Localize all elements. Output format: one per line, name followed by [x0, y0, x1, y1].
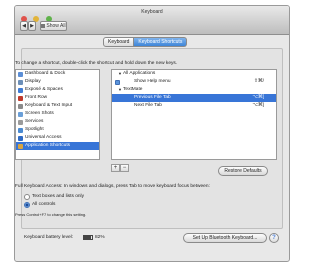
disclosure-triangle-icon[interactable]: ▼ [118, 70, 122, 78]
category-label: Front Row [25, 95, 48, 100]
add-shortcut-button[interactable]: + [111, 164, 120, 172]
radio-text-boxes[interactable] [24, 194, 30, 200]
shortcut-name: Previous File Tab [134, 95, 171, 100]
restore-defaults-button[interactable]: Restore Defaults [218, 166, 268, 176]
shortcut-name: All Applications [123, 71, 156, 76]
spotlight-icon [18, 127, 23, 133]
forward-button[interactable]: ▶ [28, 21, 36, 31]
shortcut-key[interactable]: ⇧⌘/ [254, 78, 264, 86]
shortcut-name: TextMate [123, 87, 143, 92]
radio-text-boxes-label: Text boxes and lists only [32, 194, 84, 199]
category-item[interactable]: Front Row [16, 94, 99, 102]
battery-level-fill [84, 236, 91, 239]
setup-bluetooth-keyboard-button[interactable]: Set Up Bluetooth Keyboard... [183, 233, 267, 243]
battery-icon [83, 235, 93, 240]
grid-icon [41, 23, 46, 28]
disclosure-triangle-icon[interactable]: ▼ [118, 86, 122, 94]
category-label: Universal Access [25, 135, 62, 140]
shortcut-name: Next File Tab [134, 103, 162, 108]
category-label: Services [25, 119, 44, 124]
category-item[interactable]: Screen Shots [16, 110, 99, 118]
keyboard-icon [18, 103, 23, 109]
category-item[interactable]: Spotlight [16, 126, 99, 134]
universal-access-icon [18, 135, 23, 141]
category-item[interactable]: Universal Access [16, 134, 99, 142]
services-icon [18, 119, 23, 125]
shortcut-row[interactable]: ▼ TextMate [112, 86, 276, 94]
shortcut-key[interactable]: ⌥⌘] [252, 102, 264, 110]
dock-icon [18, 71, 23, 77]
app-shortcuts-icon [18, 143, 23, 149]
screenshot-icon [18, 111, 23, 117]
shortcut-enabled-checkbox[interactable] [115, 79, 120, 85]
tab-keyboard[interactable]: Keyboard [103, 37, 135, 47]
category-label: Application Shortcuts [25, 143, 71, 148]
title-bar: Keyboard ◀ ▶ Show All [15, 6, 289, 35]
shortcut-table[interactable]: ▼ All Applications Show Help menu ⇧⌘/▼ TextM… [111, 69, 277, 160]
shortcut-name: Show Help menu [134, 79, 171, 84]
shortcut-key[interactable]: ⌥⌘[ [252, 94, 264, 102]
radio-all-controls[interactable] [24, 202, 30, 208]
shortcut-row[interactable]: Previous File Tab ⌥⌘[ [112, 94, 276, 102]
category-list[interactable]: Dashboard & Dock Display Exposé & Spaces Fr… [15, 69, 100, 160]
battery-label: Keyboard battery level: [24, 235, 74, 240]
front-row-icon [18, 95, 23, 101]
category-label: Exposé & Spaces [25, 87, 63, 92]
shortcut-row[interactable]: ▼ All Applications [112, 70, 276, 78]
shortcut-row[interactable]: Show Help menu ⇧⌘/ [112, 78, 276, 86]
show-all-label: Show All [46, 23, 66, 29]
category-item[interactable]: Application Shortcuts [16, 142, 99, 150]
category-item[interactable]: Services [16, 118, 99, 126]
full-access-hint: Press Control+F7 to change this setting. [15, 212, 87, 217]
tab-bar: Keyboard Keyboard Shortcuts [103, 37, 188, 47]
category-item[interactable]: Display [16, 78, 99, 86]
full-access-heading: Full Keyboard Access: In windows and dia… [15, 184, 210, 189]
battery-percent: 82% [95, 235, 105, 240]
remove-shortcut-button[interactable]: − [120, 164, 129, 172]
display-icon [18, 79, 23, 85]
shortcut-row[interactable]: Next File Tab ⌥⌘] [112, 102, 276, 110]
category-label: Screen Shots [25, 111, 54, 116]
help-button[interactable]: ? [269, 233, 279, 243]
category-label: Keyboard & Text Input [25, 103, 73, 108]
radio-all-controls-label: All controls [32, 202, 56, 207]
category-item[interactable]: Keyboard & Text Input [16, 102, 99, 110]
show-all-button[interactable]: Show All [40, 21, 67, 31]
back-button[interactable]: ◀ [20, 21, 28, 31]
category-item[interactable]: Dashboard & Dock [16, 70, 99, 78]
category-label: Display [25, 79, 41, 84]
category-label: Dashboard & Dock [25, 71, 66, 76]
category-label: Spotlight [25, 127, 44, 132]
tab-keyboard-shortcuts[interactable]: Keyboard Shortcuts [134, 37, 188, 47]
category-item[interactable]: Exposé & Spaces [16, 86, 99, 94]
instructions-text: To change a shortcut, double-click the s… [15, 61, 178, 66]
spaces-icon [18, 87, 23, 93]
window-title: Keyboard [141, 9, 163, 15]
